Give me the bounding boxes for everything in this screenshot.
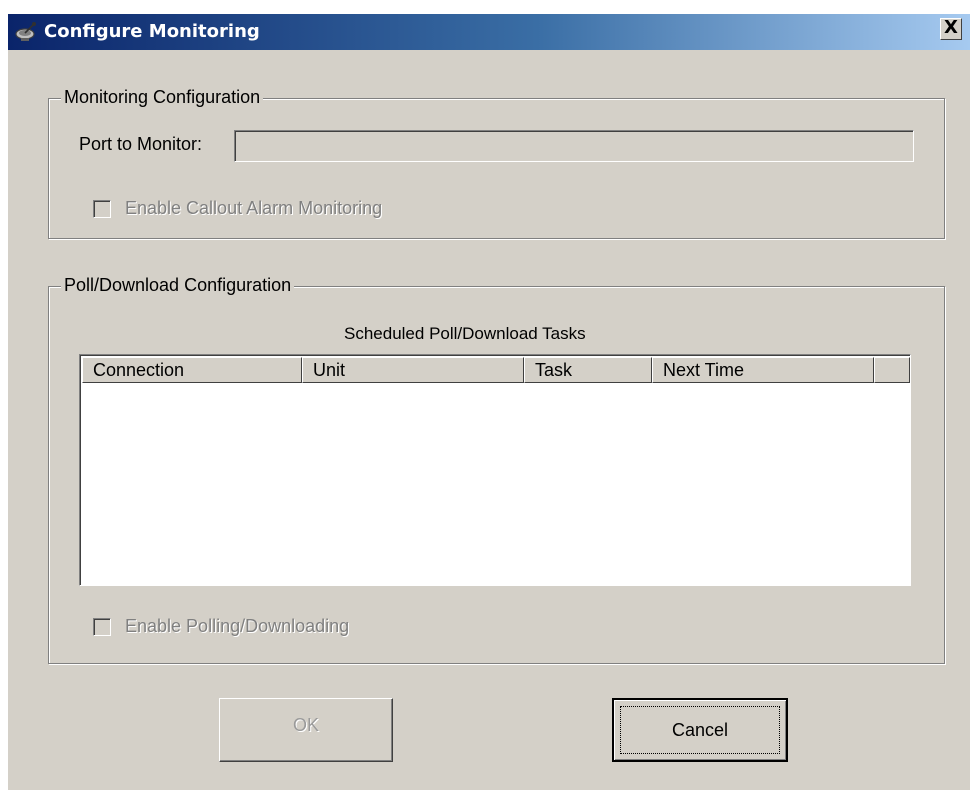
column-header-spare[interactable] xyxy=(874,357,910,383)
column-header-task[interactable]: Task xyxy=(524,357,652,383)
cancel-button[interactable]: Cancel xyxy=(612,698,788,762)
monitoring-configuration-legend: Monitoring Configuration xyxy=(61,87,264,108)
column-header-unit[interactable]: Unit xyxy=(302,357,524,383)
window-title: Configure Monitoring xyxy=(44,21,260,42)
callout-alarm-checkbox[interactable] xyxy=(93,200,111,218)
cancel-button-label: Cancel xyxy=(671,720,729,740)
close-icon: X xyxy=(944,17,958,38)
column-header-connection[interactable]: Connection xyxy=(82,357,302,383)
scheduled-tasks-caption: Scheduled Poll/Download Tasks xyxy=(344,324,586,343)
polling-checkbox-row[interactable]: Enable Polling/Downloading xyxy=(93,616,433,640)
callout-alarm-checkbox-label: Enable Callout Alarm Monitoring xyxy=(125,198,383,218)
ok-button[interactable]: OK xyxy=(219,698,393,762)
scheduled-tasks-list[interactable]: Connection Unit Task Next Time xyxy=(79,354,911,586)
callout-alarm-checkbox-row[interactable]: Enable Callout Alarm Monitoring xyxy=(93,198,453,222)
column-header-next-time[interactable]: Next Time xyxy=(652,357,874,383)
list-header: Connection Unit Task Next Time xyxy=(82,357,910,383)
close-button[interactable]: X xyxy=(940,18,962,40)
polling-checkbox[interactable] xyxy=(93,618,111,636)
port-to-monitor-field[interactable] xyxy=(234,130,914,162)
polling-checkbox-label: Enable Polling/Downloading xyxy=(125,616,350,636)
satellite-dish-icon xyxy=(15,22,36,41)
port-to-monitor-label: Port to Monitor: xyxy=(79,134,203,154)
poll-download-configuration-legend: Poll/Download Configuration xyxy=(61,275,295,296)
title-bar[interactable]: Configure Monitoring xyxy=(8,14,970,50)
ok-button-label: OK xyxy=(292,715,319,735)
